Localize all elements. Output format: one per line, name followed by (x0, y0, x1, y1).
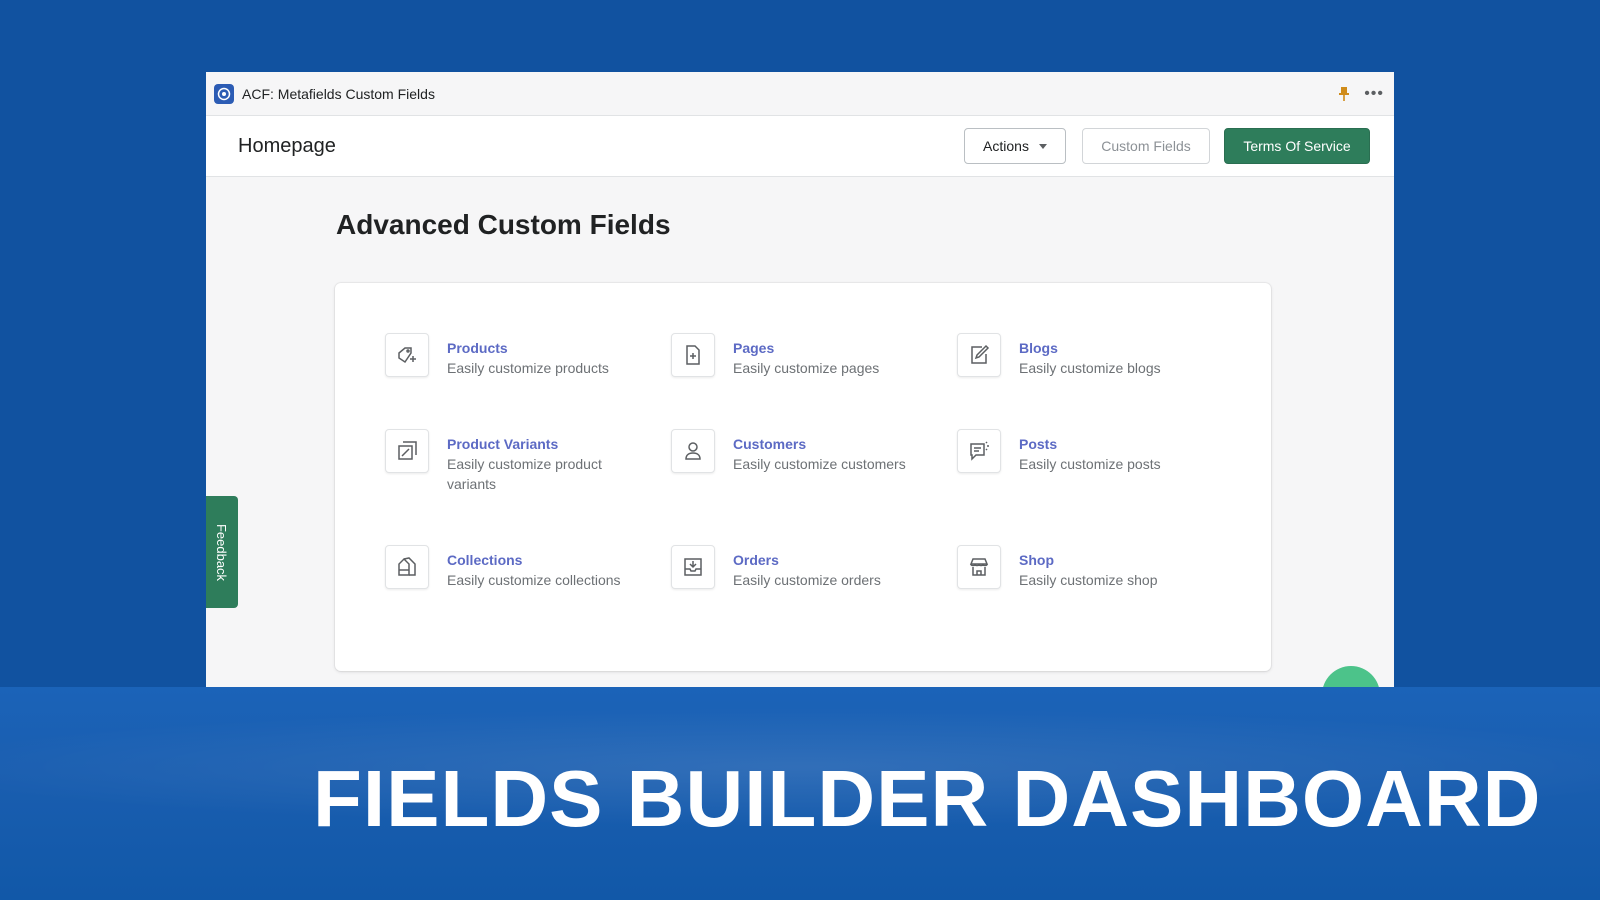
tile-description: Easily customize blogs (1019, 360, 1161, 376)
banner-title: FIELDS BUILDER DASHBOARD (313, 754, 1542, 843)
tile-shop[interactable]: Shop Easily customize shop (957, 545, 1243, 641)
tile-description: Easily customize product variants (447, 456, 602, 492)
orders-icon (671, 545, 715, 589)
product-add-icon (385, 333, 429, 377)
app-title: ACF: Metafields Custom Fields (242, 85, 435, 102)
customer-icon (671, 429, 715, 473)
actions-button-label: Actions (983, 138, 1029, 154)
tile-products[interactable]: Products Easily customize products (385, 333, 671, 429)
actions-button[interactable]: Actions (964, 128, 1066, 164)
tile-description: Easily customize pages (733, 360, 880, 376)
blog-edit-icon (957, 333, 1001, 377)
tile-posts[interactable]: Posts Easily customize posts (957, 429, 1243, 545)
resources-card: Products Easily customize products Pages… (335, 283, 1271, 671)
terms-of-service-button[interactable]: Terms Of Service (1224, 128, 1370, 164)
tile-title: Product Variants (447, 436, 559, 452)
tile-description: Easily customize customers (733, 456, 906, 472)
tile-title: Products (447, 340, 508, 356)
tile-title: Blogs (1019, 340, 1058, 356)
tile-orders[interactable]: Orders Easily customize orders (671, 545, 957, 641)
tile-description: Easily customize posts (1019, 456, 1161, 472)
promo-banner: FIELDS BUILDER DASHBOARD (0, 687, 1600, 900)
resource-grid: Products Easily customize products Pages… (385, 333, 1243, 641)
app-window: ACF: Metafields Custom Fields ••• Homepa… (206, 72, 1394, 688)
feedback-label: Feedback (214, 523, 230, 581)
main-content: Advanced Custom Fields Products Easily c… (206, 177, 1394, 687)
app-titlebar: ACF: Metafields Custom Fields ••• (206, 72, 1394, 116)
shop-icon (957, 545, 1001, 589)
tile-title: Pages (733, 340, 775, 356)
tile-customers[interactable]: Customers Easily customize customers (671, 429, 957, 545)
feedback-tab[interactable]: Feedback (206, 496, 238, 608)
tile-description: Easily customize orders (733, 572, 881, 588)
custom-fields-button[interactable]: Custom Fields (1082, 128, 1210, 164)
tile-blogs[interactable]: Blogs Easily customize blogs (957, 333, 1243, 429)
variants-icon (385, 429, 429, 473)
section-heading: Advanced Custom Fields (336, 209, 671, 240)
acf-logo-icon (214, 83, 234, 104)
tile-title: Collections (447, 552, 523, 568)
more-horizontal-icon[interactable]: ••• (1364, 85, 1384, 103)
tile-description: Easily customize collections (447, 572, 621, 588)
tile-pages[interactable]: Pages Easily customize pages (671, 333, 957, 429)
collections-icon (385, 545, 429, 589)
tile-title: Orders (733, 552, 779, 568)
tile-description: Easily customize products (447, 360, 609, 376)
page-title: Homepage (238, 134, 336, 157)
tile-title: Posts (1019, 436, 1058, 452)
page-add-icon (671, 333, 715, 377)
tile-collections[interactable]: Collections Easily customize collections (385, 545, 671, 641)
pin-icon[interactable] (1336, 86, 1352, 102)
tile-title: Shop (1019, 552, 1054, 568)
page-header: Homepage Actions Custom Fields Terms Of … (206, 116, 1394, 177)
posts-icon (957, 429, 1001, 473)
tile-product-variants[interactable]: Product Variants Easily customize produc… (385, 429, 671, 545)
tile-description: Easily customize shop (1019, 572, 1158, 588)
caret-down-icon (1038, 143, 1047, 149)
tile-title: Customers (733, 436, 807, 452)
